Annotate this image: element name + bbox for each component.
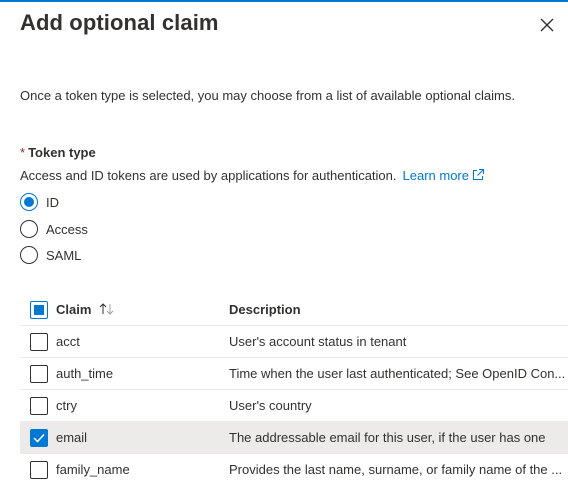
claims-table: Claim Description acct User's account st… — [20, 294, 568, 481]
table-row[interactable]: email The addressable email for this use… — [20, 422, 568, 454]
claim-column-header[interactable]: Claim — [56, 302, 229, 317]
row-check-cell — [20, 396, 56, 415]
radio-option-access[interactable]: Access — [20, 219, 88, 239]
claim-description: Time when the user last authenticated; S… — [229, 366, 566, 381]
token-type-help: Access and ID tokens are used by applica… — [20, 168, 485, 183]
claim-description: Provides the last name, surname, or fami… — [229, 462, 563, 477]
claim-description: The addressable email for this user, if … — [229, 430, 546, 445]
claim-name: email — [56, 430, 88, 445]
radio-label-access: Access — [46, 221, 88, 237]
select-all-checkbox[interactable] — [30, 300, 48, 319]
row-checkbox[interactable] — [30, 396, 48, 415]
claim-description: User's account status in tenant — [229, 334, 407, 349]
table-row[interactable]: auth_time Time when the user last authen… — [20, 358, 568, 390]
radio-button-id[interactable] — [20, 193, 38, 211]
table-row[interactable]: ctry User's country — [20, 390, 568, 422]
row-check-cell — [20, 428, 56, 447]
row-check-cell — [20, 364, 56, 383]
radio-label-id: ID — [46, 194, 59, 210]
radio-option-id[interactable]: ID — [20, 192, 59, 212]
select-all-cell — [20, 300, 56, 319]
row-checkbox[interactable] — [30, 332, 48, 351]
claim-name: acct — [56, 334, 80, 349]
claim-header-label: Claim — [56, 302, 92, 317]
close-icon — [540, 18, 554, 32]
token-type-help-text: Access and ID tokens are used by applica… — [20, 168, 397, 183]
token-type-label-text: Token type — [28, 145, 96, 160]
claim-name: ctry — [56, 398, 77, 413]
table-row[interactable]: family_name Provides the last name, surn… — [20, 454, 568, 481]
row-check-cell — [20, 460, 56, 479]
radio-label-saml: SAML — [46, 247, 82, 263]
claim-name: family_name — [56, 462, 130, 477]
table-row[interactable]: acct User's account status in tenant — [20, 326, 568, 358]
radio-option-saml[interactable]: SAML — [20, 245, 81, 265]
radio-button-saml[interactable] — [20, 246, 38, 264]
row-checkbox[interactable] — [30, 460, 48, 479]
external-link-icon — [472, 169, 484, 180]
add-optional-claim-panel: Add optional claim Once a token type is … — [0, 0, 568, 481]
claim-description: User's country — [229, 398, 312, 413]
table-header-row: Claim Description — [20, 294, 568, 326]
learn-more-link[interactable]: Learn more — [403, 168, 485, 183]
close-button[interactable] — [536, 14, 558, 36]
learn-more-label: Learn more — [402, 168, 469, 183]
panel-title: Add optional claim — [20, 10, 219, 35]
checkmark-icon — [33, 433, 45, 443]
claim-name: auth_time — [56, 366, 114, 381]
sort-icon[interactable] — [99, 303, 115, 315]
description-column-header: Description — [229, 302, 301, 317]
partial-indicator — [34, 304, 44, 315]
intro-text: Once a token type is selected, you may c… — [20, 88, 515, 103]
required-marker: * — [20, 145, 26, 160]
row-check-cell — [20, 332, 56, 351]
top-accent-bar — [0, 0, 568, 2]
row-checkbox[interactable] — [30, 364, 48, 383]
token-type-label: * Token type — [20, 145, 96, 160]
radio-button-access[interactable] — [20, 220, 38, 238]
row-checkbox[interactable] — [30, 428, 48, 447]
radio-dot — [24, 197, 34, 207]
